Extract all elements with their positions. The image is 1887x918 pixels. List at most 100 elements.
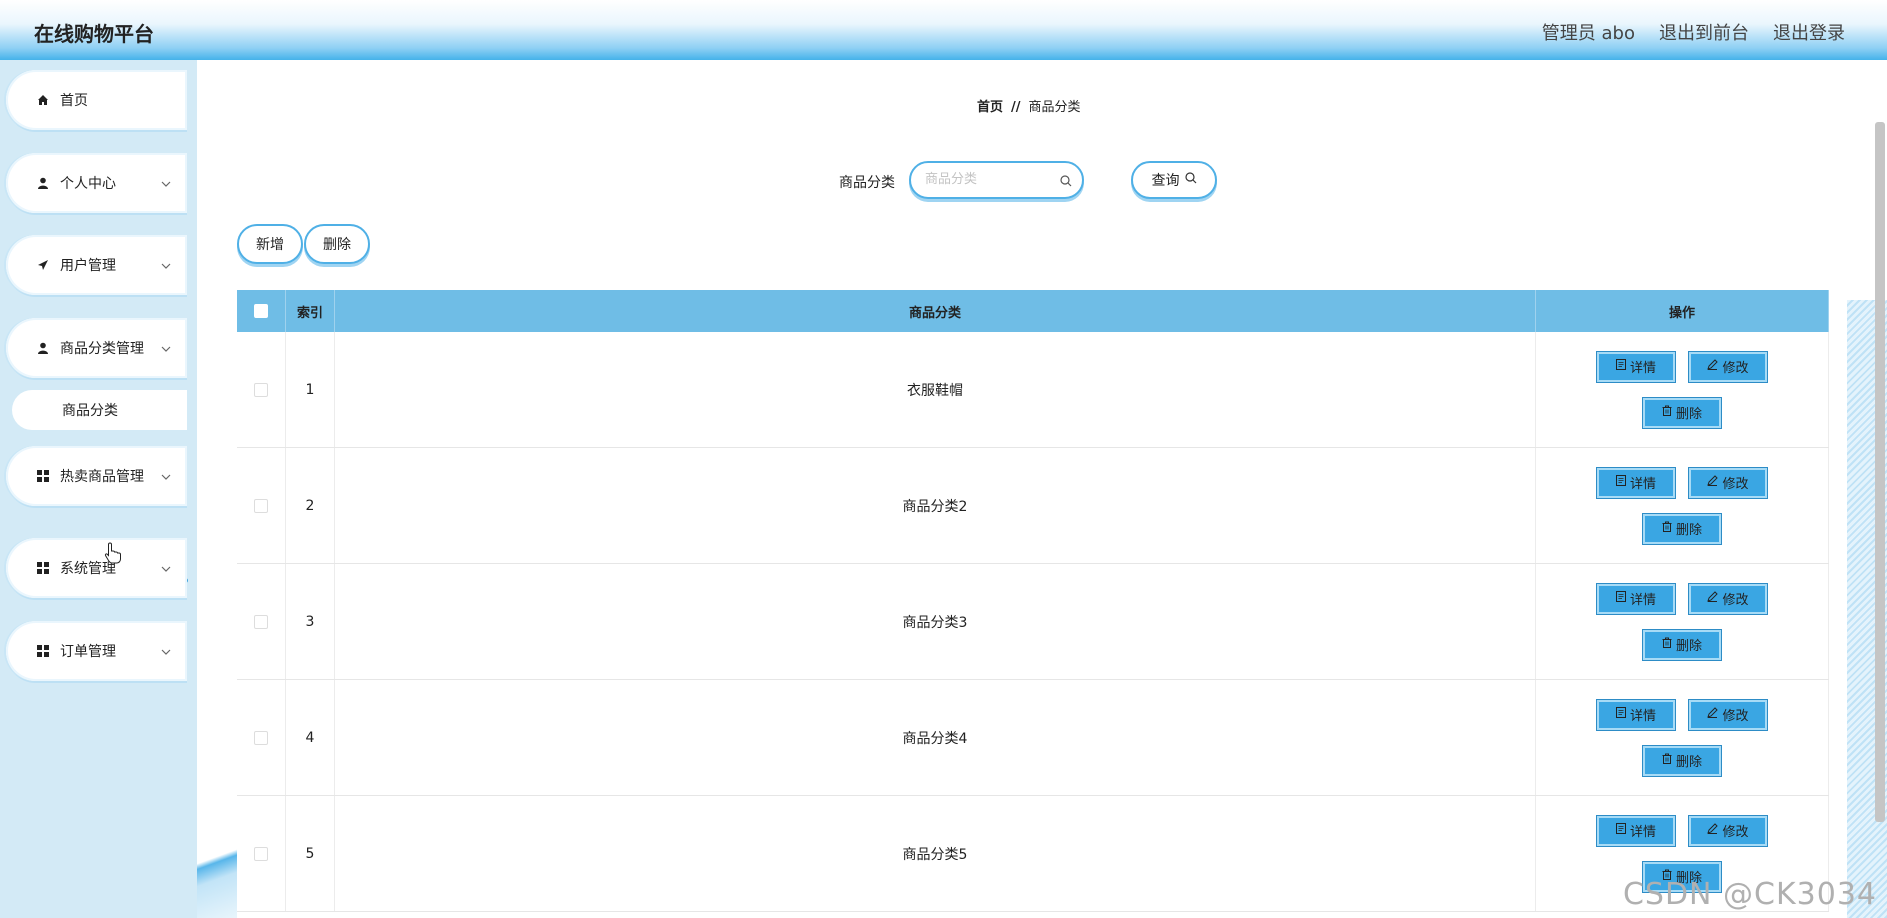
chevron-down-icon bbox=[161, 469, 175, 483]
detail-icon bbox=[1615, 591, 1626, 606]
row-checkbox-cell bbox=[237, 796, 286, 911]
row-checkbox-cell bbox=[237, 680, 286, 795]
table-row: 4 商品分类4 详情 修改 删除 bbox=[237, 680, 1829, 796]
send-icon bbox=[36, 258, 50, 272]
exit-to-front-link[interactable]: 退出到前台 bbox=[1659, 19, 1749, 45]
row-checkbox-cell bbox=[237, 564, 286, 679]
detail-button[interactable]: 详情 bbox=[1596, 466, 1676, 499]
sidebar-item-label: 热卖商品管理 bbox=[60, 469, 144, 485]
query-button[interactable]: 查询 bbox=[1131, 161, 1217, 199]
row-category: 商品分类5 bbox=[335, 796, 1536, 911]
delete-label: 删除 bbox=[1675, 755, 1702, 770]
row-checkbox-cell bbox=[237, 448, 286, 563]
edit-button[interactable]: 修改 bbox=[1688, 350, 1768, 383]
delete-button[interactable]: 删除 bbox=[1642, 628, 1722, 661]
breadcrumb-home[interactable]: 首页 bbox=[977, 100, 1003, 115]
user-icon bbox=[36, 176, 50, 190]
logout-link[interactable]: 退出登录 bbox=[1773, 19, 1845, 45]
category-table: 索引 商品分类 操作 1 衣服鞋帽 详情 修改 删除 2 商品分类2 详情 修改 删除 3 商品分类3… bbox=[237, 290, 1829, 912]
scrollbar[interactable] bbox=[1875, 122, 1885, 822]
delete-label: 删除 bbox=[1675, 407, 1702, 422]
search-label: 商品分类 bbox=[839, 175, 895, 191]
search-input[interactable] bbox=[923, 163, 1057, 195]
header-category: 商品分类 bbox=[335, 290, 1536, 332]
delete-button[interactable]: 删除 bbox=[1642, 396, 1722, 429]
top-nav: 管理员 abo 退出到前台 退出登录 bbox=[1542, 19, 1845, 45]
trash-icon bbox=[1662, 637, 1672, 652]
sidebar-item-label: 首页 bbox=[60, 93, 88, 109]
ops-row: 详情 修改 bbox=[1596, 698, 1768, 731]
row-checkbox[interactable] bbox=[254, 382, 268, 397]
edit-button[interactable]: 修改 bbox=[1688, 466, 1768, 499]
edit-button[interactable]: 修改 bbox=[1688, 814, 1768, 847]
brand-title: 在线购物平台 bbox=[34, 22, 154, 46]
sidebar-item-system-management[interactable]: 系统管理 bbox=[6, 538, 187, 598]
sidebar-item-personal-center[interactable]: 个人中心 bbox=[6, 153, 187, 213]
chevron-down-icon bbox=[161, 644, 175, 658]
row-operations: 详情 修改删除 bbox=[1536, 332, 1829, 447]
sidebar-item-order-management[interactable]: 订单管理 bbox=[6, 621, 187, 681]
sidebar-item-label: 订单管理 bbox=[60, 644, 116, 660]
trash-icon bbox=[1662, 753, 1672, 768]
edit-label: 修改 bbox=[1722, 709, 1749, 724]
sidebar: 首页 个人中心 用户管理 商品分类管理 商品分类 热卖商品管理 系统管理 订单管… bbox=[0, 60, 197, 918]
user-icon bbox=[36, 341, 50, 355]
row-index: 2 bbox=[286, 448, 335, 563]
decorative-wave bbox=[197, 818, 237, 918]
row-category: 商品分类3 bbox=[335, 564, 1536, 679]
select-all-checkbox[interactable] bbox=[254, 304, 268, 318]
main-content: 首页//商品分类 商品分类 查询 新增 删除 索引 商品分类 操作 1衣服鞋帽详… bbox=[197, 60, 1887, 918]
search-field[interactable] bbox=[909, 161, 1084, 199]
edit-button[interactable]: 修改 bbox=[1688, 582, 1768, 615]
edit-button[interactable]: 修改 bbox=[1688, 698, 1768, 731]
edit-icon bbox=[1707, 359, 1719, 374]
detail-icon bbox=[1615, 707, 1626, 722]
delete-label: 删除 bbox=[1675, 639, 1702, 654]
row-checkbox[interactable] bbox=[254, 730, 268, 745]
row-checkbox[interactable] bbox=[254, 846, 268, 861]
detail-button[interactable]: 详情 bbox=[1596, 698, 1676, 731]
ops-row: 详情 修改 bbox=[1596, 466, 1768, 499]
header-index: 索引 bbox=[286, 290, 335, 332]
row-checkbox[interactable] bbox=[254, 498, 268, 513]
sidebar-subitem-label: 商品分类 bbox=[62, 403, 118, 419]
sidebar-item-hot-products[interactable]: 热卖商品管理 bbox=[6, 446, 187, 506]
row-checkbox-cell bbox=[237, 332, 286, 447]
sidebar-item-home[interactable]: 首页 bbox=[6, 70, 187, 130]
detail-label: 详情 bbox=[1629, 825, 1656, 840]
table-row: 2 商品分类2 详情 修改删除 bbox=[237, 448, 1829, 564]
chevron-down-icon bbox=[161, 258, 175, 272]
row-operations: 详情 修改删除 bbox=[1536, 680, 1829, 795]
row-index: 4 bbox=[286, 680, 335, 795]
sidebar-item-user-management[interactable]: 用户管理 bbox=[6, 235, 187, 295]
sidebar-subitem-category[interactable]: 商品分类 bbox=[12, 390, 187, 430]
row-index: 1 bbox=[286, 332, 335, 447]
detail-button[interactable]: 详情 bbox=[1596, 350, 1676, 383]
delete-button[interactable]: 删除 bbox=[1642, 512, 1722, 545]
detail-button[interactable]: 详情 bbox=[1596, 814, 1676, 847]
sidebar-item-label: 商品分类管理 bbox=[60, 341, 144, 357]
row-operations: 详情 修改删除 bbox=[1536, 564, 1829, 679]
edit-label: 修改 bbox=[1722, 825, 1749, 840]
detail-label: 详情 bbox=[1629, 361, 1656, 376]
detail-button[interactable]: 详情 bbox=[1596, 582, 1676, 615]
query-button-label: 查询 bbox=[1151, 173, 1180, 189]
detail-icon bbox=[1615, 359, 1626, 374]
top-bar: 在线购物平台 管理员 abo 退出到前台 退出登录 bbox=[0, 0, 1887, 60]
header-operations: 操作 bbox=[1536, 290, 1829, 332]
add-button[interactable]: 新增 bbox=[237, 224, 303, 264]
trash-icon bbox=[1662, 405, 1672, 420]
ops-row: 详情 修改 bbox=[1596, 582, 1768, 615]
sidebar-item-label: 用户管理 bbox=[60, 258, 116, 274]
delete-button[interactable]: 删除 bbox=[1642, 744, 1722, 777]
breadcrumb: 首页 // 商品分类 bbox=[977, 96, 1081, 115]
search-icon bbox=[1184, 172, 1197, 188]
row-category: 商品分类2 bbox=[335, 448, 1536, 563]
bulk-delete-button[interactable]: 删除 bbox=[304, 224, 370, 264]
detail-icon bbox=[1615, 823, 1626, 838]
admin-user-label: 管理员 abo bbox=[1541, 23, 1635, 44]
row-checkbox[interactable] bbox=[254, 614, 268, 629]
edit-label: 修改 bbox=[1722, 477, 1749, 492]
sidebar-item-category-management[interactable]: 商品分类管理 bbox=[6, 318, 187, 378]
edit-icon bbox=[1707, 823, 1719, 838]
